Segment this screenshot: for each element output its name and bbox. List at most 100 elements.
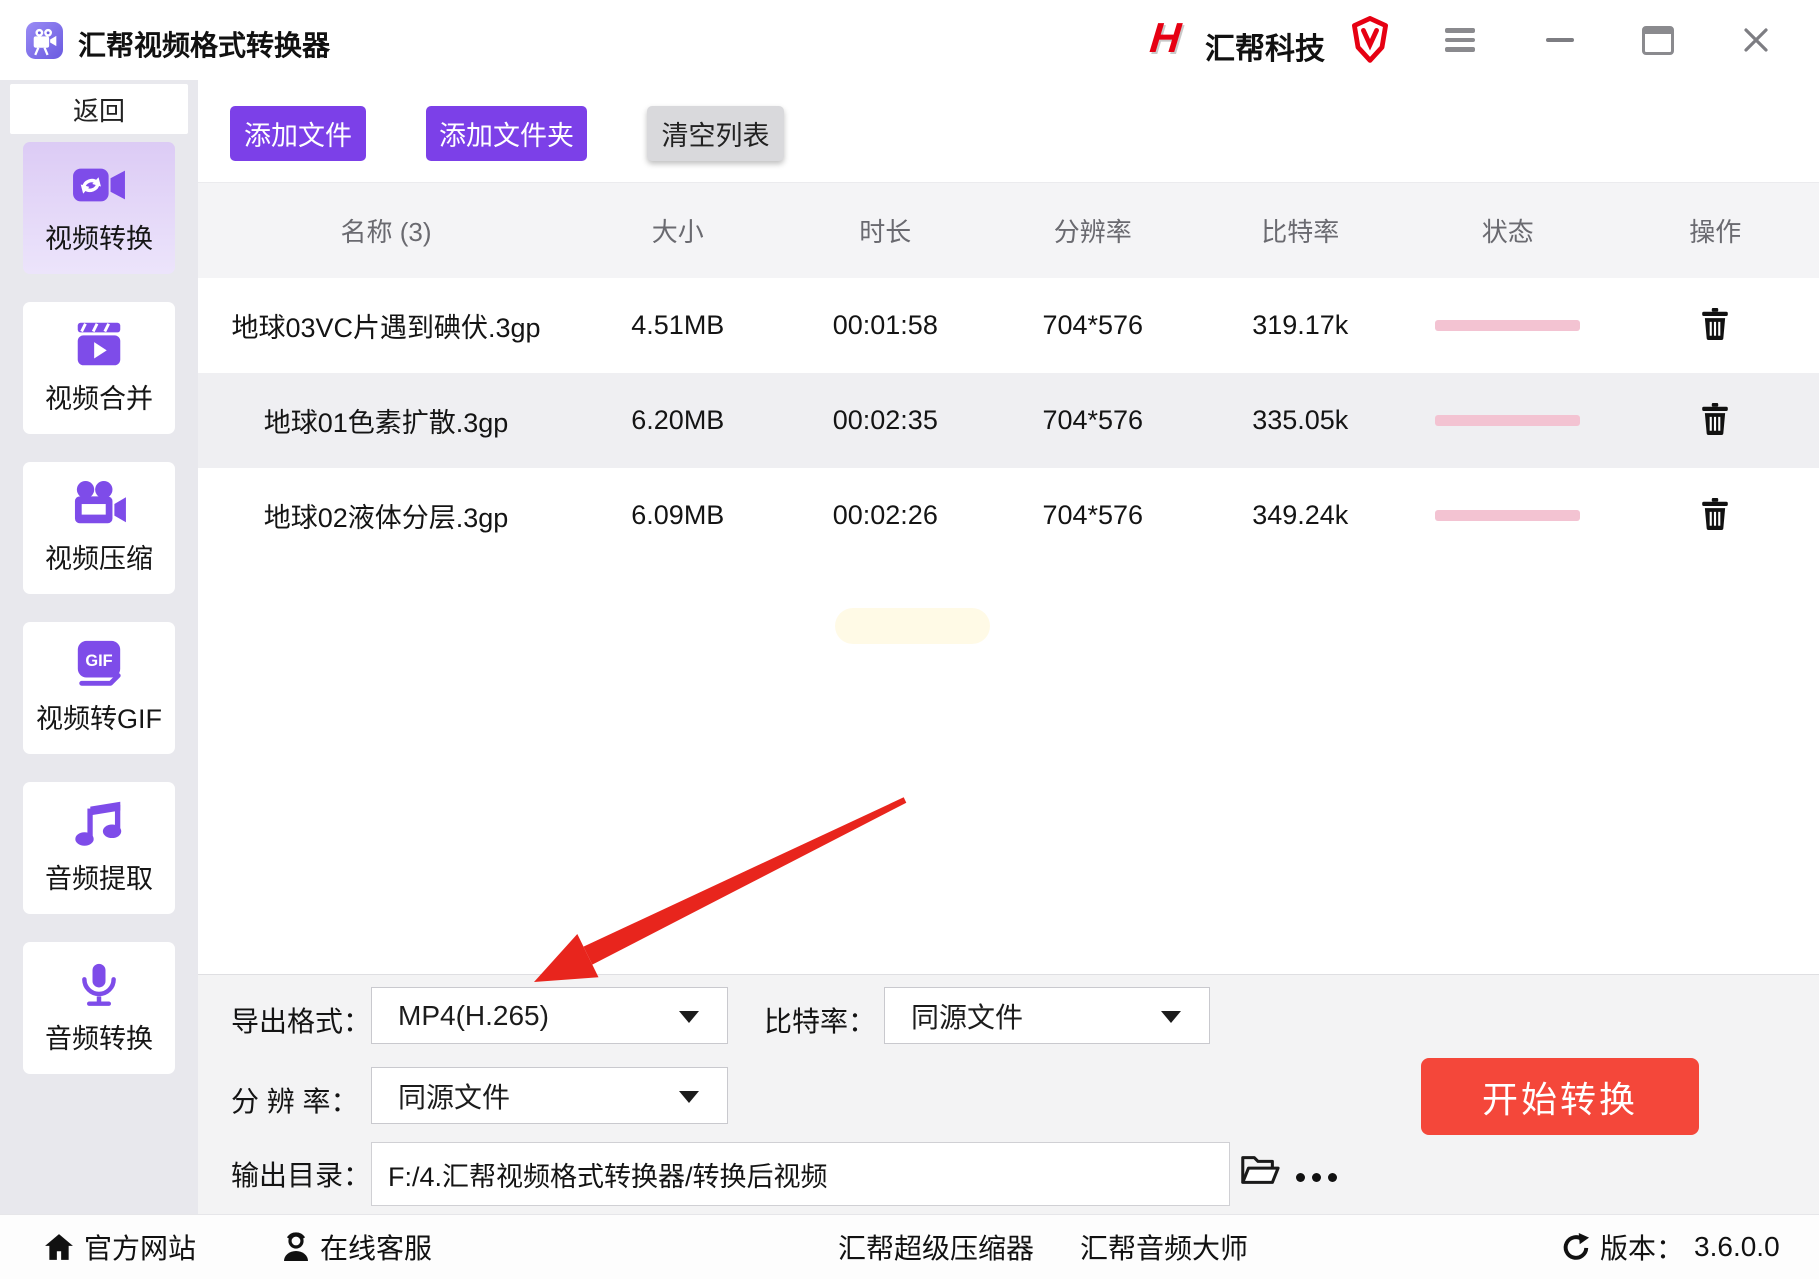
clear-list-button[interactable]: 清空列表 [647, 106, 784, 161]
export-format-value: MP4(H.265) [398, 999, 549, 1031]
sidebar-item-audio-convert[interactable]: 音频转换 [23, 942, 175, 1074]
version-label: 版本： [1600, 1233, 1685, 1264]
delete-file-button[interactable] [1697, 494, 1733, 537]
audio-extract-icon [70, 799, 128, 851]
refresh-icon [1563, 1232, 1590, 1260]
close-icon[interactable] [1728, 0, 1784, 80]
audio-master-link[interactable]: 汇帮音频大师 [1080, 1215, 1248, 1279]
back-button[interactable]: 返回 [10, 84, 188, 134]
home-icon [45, 1234, 73, 1260]
titlebar: 汇帮视频格式转换器 H 汇帮科技 [0, 0, 1819, 81]
add-file-button[interactable]: 添加文件 [230, 106, 366, 161]
sidebar-item-label: 视频合并 [45, 384, 153, 414]
table-header-cell: 操作 [1689, 217, 1742, 247]
file-resolution-cell: 704*576 [1042, 310, 1144, 340]
faint-watermark [835, 608, 990, 644]
export-format-select[interactable]: MP4(H.265) [371, 987, 728, 1044]
file-table: 名称 (3) 大小 时长 分辨率 比特率 状态 操作 地球03VC片遇到碘伏.3… [198, 182, 1819, 563]
table-row[interactable]: 地球02液体分层.3gp 6.09MB 00:02:26 704*576 349… [198, 468, 1819, 563]
file-resolution-cell: 704*576 [1042, 405, 1144, 435]
add-folder-button[interactable]: 添加文件夹 [426, 106, 587, 161]
version-value: 3.6.0.0 [1694, 1231, 1780, 1262]
version-info[interactable]: 版本： 3.6.0.0 [1560, 1215, 1780, 1279]
file-bitrate-cell: 349.24k [1252, 500, 1349, 530]
video-merge-icon [70, 319, 128, 371]
file-bitrate-cell: 335.05k [1252, 405, 1349, 435]
customer-service-icon [284, 1232, 308, 1261]
resolution-label: 分 辨 率： [231, 1086, 359, 1117]
bitrate-value: 同源文件 [911, 1001, 1024, 1033]
app-window: 汇帮视频格式转换器 H 汇帮科技 返回 视频转换 视频合并 视频压缩 GIF 视… [0, 0, 1819, 1279]
sidebar-item-video-merge[interactable]: 视频合并 [23, 302, 175, 434]
chevron-down-icon [679, 1091, 699, 1103]
table-header-cell: 大小 [651, 217, 704, 247]
delete-file-button[interactable] [1697, 304, 1733, 347]
official-website-link[interactable]: 官方网站 [44, 1215, 196, 1279]
app-title: 汇帮视频格式转换器 [78, 30, 331, 61]
progress-bar [1435, 415, 1581, 426]
bitrate-label: 比特率： [764, 1006, 877, 1037]
menu-icon[interactable] [1432, 0, 1488, 80]
file-duration-cell: 00:01:58 [832, 310, 938, 340]
audio-convert-icon [73, 959, 125, 1011]
statusbar: 官方网站 在线客服 汇帮超级压缩器 汇帮音频大师 版本： 3.6.0.0 [0, 1214, 1819, 1279]
app-logo-icon [26, 22, 63, 59]
file-size-cell: 6.20MB [631, 405, 725, 435]
file-duration-cell: 00:02:26 [832, 500, 938, 530]
status-cell [1404, 373, 1611, 468]
progress-bar [1435, 510, 1581, 521]
brand-name: 汇帮科技 [1205, 33, 1325, 66]
table-header-cell: 状态 [1481, 217, 1534, 247]
table-row[interactable]: 地球03VC片遇到碘伏.3gp 4.51MB 00:01:58 704*576 … [198, 278, 1819, 373]
brand-logo-icon: H [1147, 14, 1184, 61]
settings-panel: 导出格式： MP4(H.265) 比特率： 同源文件 分 辨 率： 同源文件 输… [198, 974, 1819, 1215]
open-folder-icon[interactable] [1238, 1151, 1280, 1192]
sidebar: 返回 视频转换 视频合并 视频压缩 GIF 视频转GIF 音频提取 音频转换 [0, 80, 198, 1215]
chevron-down-icon [679, 1011, 699, 1023]
table-header: 名称 (3) 大小 时长 分辨率 比特率 状态 操作 [198, 182, 1819, 278]
sidebar-item-label: 音频提取 [45, 864, 153, 894]
sidebar-item-audio-extract[interactable]: 音频提取 [23, 782, 175, 914]
file-size-cell: 4.51MB [631, 310, 725, 340]
output-dir-label: 输出目录： [231, 1160, 372, 1191]
sidebar-item-video-compress[interactable]: 视频压缩 [23, 462, 175, 594]
minimize-icon[interactable] [1532, 0, 1588, 80]
file-name-cell: 地球03VC片遇到碘伏.3gp [231, 313, 541, 343]
progress-bar [1435, 320, 1581, 331]
status-cell [1404, 468, 1611, 563]
resolution-select[interactable]: 同源文件 [371, 1067, 728, 1124]
file-name-cell: 地球01色素扩散.3gp [263, 408, 509, 438]
table-header-cell: 比特率 [1261, 217, 1340, 247]
vip-badge-icon[interactable] [1352, 15, 1388, 64]
file-bitrate-cell: 319.17k [1252, 310, 1349, 340]
table-row[interactable]: 地球01色素扩散.3gp 6.20MB 00:02:35 704*576 335… [198, 373, 1819, 468]
sidebar-item-label: 视频压缩 [45, 544, 153, 574]
sidebar-item-label: 视频转换 [45, 224, 153, 254]
chevron-down-icon [1161, 1011, 1181, 1023]
video-convert-icon [68, 159, 130, 211]
status-cell [1404, 278, 1611, 373]
file-duration-cell: 00:02:35 [832, 405, 938, 435]
output-dir-input[interactable] [371, 1142, 1230, 1206]
super-compressor-link[interactable]: 汇帮超级压缩器 [838, 1215, 1034, 1279]
video-compress-icon [68, 479, 130, 531]
sidebar-item-label: 音频转换 [45, 1024, 153, 1054]
maximize-icon[interactable] [1630, 0, 1686, 80]
svg-text:GIF: GIF [85, 652, 112, 670]
table-header-cell: 分辨率 [1053, 217, 1132, 247]
online-support-link[interactable]: 在线客服 [282, 1215, 432, 1279]
sidebar-item-label: 视频转GIF [36, 704, 162, 734]
start-convert-button[interactable]: 开始转换 [1421, 1058, 1699, 1135]
sidebar-item-video-to-gif[interactable]: GIF 视频转GIF [23, 622, 175, 754]
sidebar-item-video-convert[interactable]: 视频转换 [23, 142, 175, 274]
action-cell [1611, 468, 1818, 563]
delete-file-button[interactable] [1697, 399, 1733, 442]
table-header-cell: 名称 (3) [340, 217, 432, 247]
file-resolution-cell: 704*576 [1042, 500, 1144, 530]
file-size-cell: 6.09MB [631, 500, 725, 530]
export-format-label: 导出格式： [231, 1006, 372, 1037]
more-options-icon[interactable] [1290, 1167, 1343, 1188]
video-to-gif-icon: GIF [70, 639, 128, 691]
bitrate-select[interactable]: 同源文件 [884, 987, 1210, 1044]
action-cell [1611, 373, 1818, 468]
